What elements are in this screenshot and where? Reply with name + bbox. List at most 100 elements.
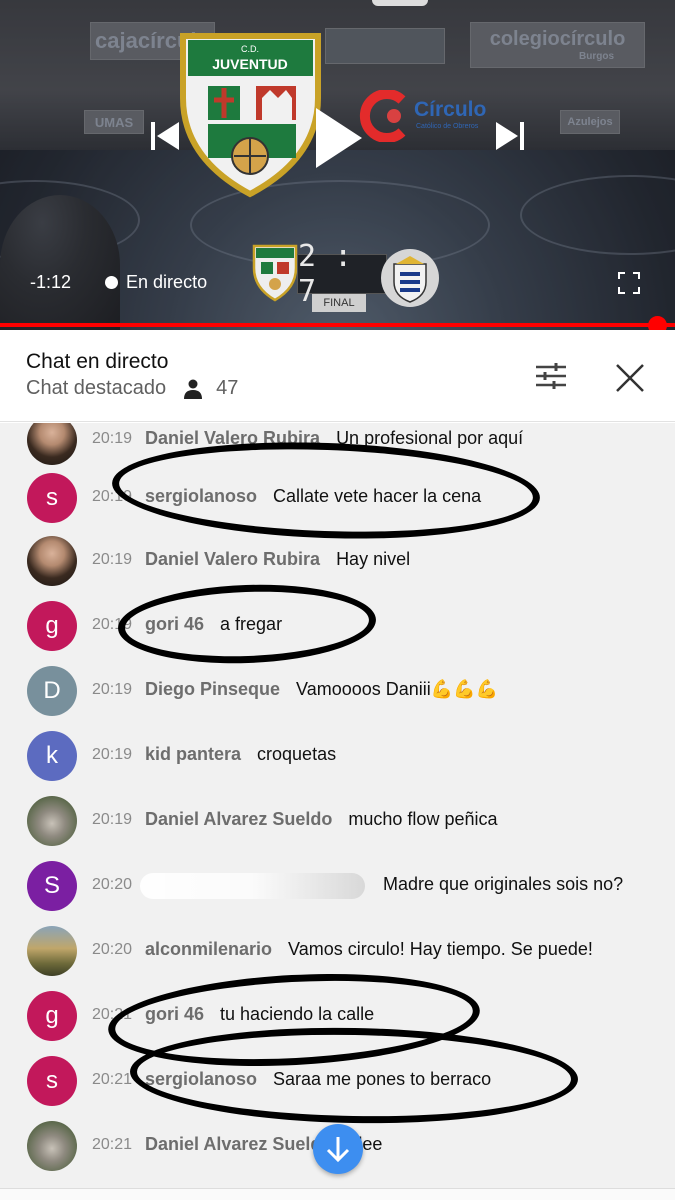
chat-title: Chat en directo (26, 350, 169, 373)
message-text: Hay nivel (336, 549, 411, 569)
chat-message: k 20:19 kid pantera croquetas (0, 731, 675, 781)
message-author[interactable]: Daniel Valero Rubira (145, 428, 320, 448)
message-line: Daniel Alvarez Sueldo mucho flow peñica (145, 809, 498, 830)
message-time: 20:21 (92, 1136, 133, 1153)
message-time: 20:19 (92, 681, 133, 698)
sponsor-logo: Círculo Católico de Obreros (358, 90, 488, 142)
message-text: Vamos circulo! Hay tiempo. Se puede! (288, 939, 593, 959)
message-text: Saraa me pones to berraco (273, 1069, 492, 1089)
chat-close-button[interactable] (610, 358, 650, 398)
chat-message: 20:19 Daniel Valero Rubira Un profesional… (0, 423, 675, 465)
live-label[interactable]: En directo (126, 272, 207, 293)
next-icon (496, 122, 524, 150)
message-line: Daniel Valero Rubira Hay nivel (145, 549, 410, 570)
chat-header: Chat en directo Chat destacado 47 (0, 330, 675, 422)
message-author[interactable]: Daniel Alvarez Sueldo (145, 809, 332, 829)
chat-message: 20:19 Daniel Alvarez Sueldo mucho flow pe… (0, 796, 675, 846)
avatar[interactable] (27, 536, 77, 586)
avatar[interactable] (27, 796, 77, 846)
arrow-down-icon (326, 1137, 350, 1163)
avatar[interactable]: g (27, 991, 77, 1041)
progress-knob[interactable] (648, 316, 667, 330)
progress-bar[interactable] (0, 323, 675, 327)
sponsor-name: Círculo (414, 98, 487, 121)
avatar[interactable] (27, 1121, 77, 1171)
video-player[interactable]: cajacírculo colegiocírculo Burgos UMAS A… (0, 0, 675, 330)
avatar[interactable] (27, 926, 77, 976)
message-line: sergiolanoso Callate vete hacer la cena (145, 486, 481, 507)
chat-input-edge (0, 1188, 675, 1200)
live-dot-icon (105, 275, 119, 289)
message-time: 20:19 (92, 746, 133, 763)
score-display: 2 : 7 (297, 239, 387, 309)
previous-button[interactable] (145, 115, 185, 157)
message-time: 20:19 (92, 551, 133, 568)
message-text: Madre que originales sois no? (383, 874, 624, 894)
final-label: FINAL (312, 294, 366, 312)
avatar[interactable]: D (27, 666, 77, 716)
chat-message: g 20:21 gori 46 tu haciendo la calle (0, 991, 675, 1041)
chat-message-list[interactable]: 20:19 Daniel Valero Rubira Un profesional… (0, 423, 675, 1188)
top-bar-controls[interactable] (370, 0, 430, 6)
message-author[interactable]: sergiolanoso (145, 486, 257, 506)
message-author[interactable]: sergiolanoso (145, 1069, 257, 1089)
fullscreen-button[interactable] (612, 266, 646, 300)
avatar[interactable]: g (27, 601, 77, 651)
chat-mode[interactable]: Chat destacado (26, 377, 166, 400)
chat-mode-selector[interactable]: Chat destacado 47 (26, 377, 238, 400)
fullscreen-icon (618, 272, 640, 294)
message-author[interactable]: Daniel Valero Rubira (145, 549, 320, 569)
message-text: tu haciendo la calle (220, 1004, 375, 1024)
crest-label: JUVENTUD (212, 56, 287, 72)
message-line: gori 46 a fregar (145, 614, 282, 635)
message-time: 20:19 (92, 430, 133, 447)
home-team-crest (252, 244, 298, 302)
message-author[interactable]: Diego Pinseque (145, 679, 280, 699)
chat-message: g 20:19 gori 46 a fregar (0, 601, 675, 651)
avatar[interactable]: k (27, 731, 77, 781)
avatar[interactable]: s (27, 1056, 77, 1106)
chat-settings-button[interactable] (530, 356, 572, 396)
message-time: 20:19 (92, 616, 133, 633)
avatar-letter: k (46, 742, 58, 769)
message-author[interactable]: alconmilenario (145, 939, 272, 959)
chat-message: 20:20 alconmilenario Vamos circulo! Hay t… (0, 926, 675, 976)
message-time: 20:21 (92, 1006, 133, 1023)
message-text: Vamoooos Daniii💪💪💪 (296, 679, 499, 699)
message-time: 20:20 (92, 876, 133, 893)
spectator-silhouette (0, 195, 120, 330)
message-time: 20:21 (92, 1071, 133, 1088)
message-line: kid pantera croquetas (145, 744, 336, 765)
time-row: -1:12 En directo (30, 270, 207, 294)
next-button[interactable] (490, 115, 530, 157)
message-author[interactable]: gori 46 (145, 1004, 204, 1024)
message-time: 20:20 (92, 941, 133, 958)
top-toggle (372, 0, 428, 6)
avatar[interactable] (27, 423, 77, 465)
message-line: gori 46 tu haciendo la calle (145, 1004, 374, 1025)
message-author[interactable]: kid pantera (145, 744, 241, 764)
message-line: Madre que originales sois no? (383, 874, 623, 895)
avatar[interactable]: S (27, 861, 77, 911)
play-button[interactable] (305, 100, 370, 175)
message-time: 20:19 (92, 488, 133, 505)
chat-message: S 20:20 Madre que originales sois no? (0, 861, 675, 911)
message-text: mucho flow peñica (348, 809, 498, 829)
message-text: Un profesional por aquí (336, 428, 524, 448)
avatar-letter: S (43, 872, 60, 899)
chat-message: s 20:19 sergiolanoso Callate vete hacer l… (0, 473, 675, 523)
message-author[interactable]: gori 46 (145, 614, 204, 634)
message-line: Daniel Valero Rubira Un profesional por a… (145, 428, 523, 449)
club-crest: C.D. JUVENTUD (180, 33, 321, 198)
scroll-down-button[interactable] (313, 1124, 363, 1174)
avatar[interactable]: s (27, 473, 77, 523)
person-icon (184, 379, 203, 399)
play-icon (315, 107, 362, 168)
previous-icon (151, 122, 179, 150)
redacted-author (140, 873, 365, 899)
viewer-count: 47 (216, 377, 239, 399)
avatar-letter: s (46, 484, 58, 511)
message-author[interactable]: Daniel Alvarez Sueldo (145, 1134, 332, 1154)
close-icon (616, 364, 644, 392)
message-line: sergiolanoso Saraa me pones to berraco (145, 1069, 491, 1090)
